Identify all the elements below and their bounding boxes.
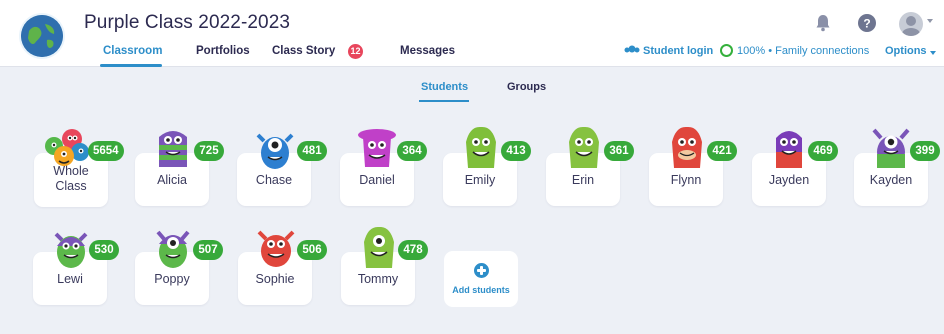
avatar-caret-icon[interactable] bbox=[927, 19, 933, 23]
class-title: Purple Class 2022-2023 bbox=[84, 12, 291, 33]
jayden-monster-avatar bbox=[766, 122, 812, 170]
points-badge: 5654 bbox=[88, 141, 124, 161]
points-badge: 481 bbox=[297, 141, 327, 161]
tommy-monster-avatar bbox=[356, 222, 402, 270]
student-name: Daniel bbox=[359, 173, 395, 187]
family-connections-ring-icon bbox=[720, 44, 733, 57]
nav-tab-classroom[interactable]: Classroom bbox=[103, 45, 162, 57]
top-bar: Purple Class 2022-2023 Classroom Portfol… bbox=[0, 0, 944, 67]
points-badge: 506 bbox=[297, 240, 327, 260]
whole-class-monsters-icon bbox=[42, 124, 92, 170]
chase-monster-avatar bbox=[252, 123, 298, 171]
student-name: Lewi bbox=[57, 272, 83, 286]
subtab-active-underline bbox=[419, 100, 469, 102]
svg-text:?: ? bbox=[863, 17, 870, 31]
student-name: Kayden bbox=[869, 173, 913, 187]
alicia-monster-avatar bbox=[150, 123, 196, 171]
points-badge: 725 bbox=[194, 141, 224, 161]
family-connections-link[interactable]: 100% • Family connections bbox=[737, 45, 869, 57]
kayden-monster-avatar bbox=[868, 122, 914, 170]
points-badge: 364 bbox=[397, 141, 427, 161]
sophie-monster-avatar bbox=[253, 222, 299, 270]
nav-tab-portfolios[interactable]: Portfolios bbox=[196, 45, 250, 57]
subtab-students[interactable]: Students bbox=[421, 81, 468, 93]
daniel-monster-avatar bbox=[354, 123, 400, 171]
add-students-label: Add students bbox=[452, 285, 510, 295]
student-name: Flynn bbox=[670, 173, 702, 187]
student-login-icon[interactable] bbox=[624, 42, 640, 56]
erin-monster-avatar bbox=[561, 122, 607, 170]
user-avatar-icon[interactable] bbox=[899, 12, 923, 36]
points-badge: 469 bbox=[808, 141, 838, 161]
points-badge: 361 bbox=[604, 141, 634, 161]
points-badge: 530 bbox=[89, 240, 119, 260]
student-name: Sophie bbox=[255, 272, 295, 286]
nav-tab-class-story[interactable]: Class Story bbox=[272, 45, 335, 57]
class-globe-icon[interactable] bbox=[21, 15, 63, 57]
lewi-monster-avatar bbox=[48, 222, 94, 270]
bell-icon[interactable] bbox=[812, 12, 834, 34]
class-story-badge: 12 bbox=[348, 44, 363, 59]
student-name: Alicia bbox=[157, 173, 187, 187]
points-badge: 413 bbox=[501, 141, 531, 161]
student-login-link[interactable]: Student login bbox=[643, 45, 713, 57]
help-icon[interactable]: ? bbox=[856, 12, 878, 34]
points-badge: 478 bbox=[398, 240, 428, 260]
student-name: Erin bbox=[571, 173, 595, 187]
nav-tab-messages[interactable]: Messages bbox=[400, 45, 455, 57]
plus-icon bbox=[474, 263, 489, 278]
points-badge: 421 bbox=[707, 141, 737, 161]
flynn-monster-avatar bbox=[664, 122, 710, 170]
student-name: Chase bbox=[255, 173, 293, 187]
student-name: Jayden bbox=[768, 173, 810, 187]
student-name: Emily bbox=[464, 173, 496, 187]
emily-monster-avatar bbox=[458, 122, 504, 170]
add-students-button[interactable]: Add students bbox=[444, 251, 518, 307]
options-menu[interactable]: Options bbox=[885, 45, 927, 57]
points-badge: 507 bbox=[193, 240, 223, 260]
student-name: Poppy bbox=[154, 272, 190, 286]
options-caret-icon[interactable] bbox=[930, 51, 936, 55]
nav-active-underline bbox=[100, 64, 162, 67]
subtab-groups[interactable]: Groups bbox=[507, 81, 546, 93]
poppy-monster-avatar bbox=[150, 222, 196, 270]
points-badge: 399 bbox=[910, 141, 940, 161]
student-name: Tommy bbox=[357, 272, 399, 286]
